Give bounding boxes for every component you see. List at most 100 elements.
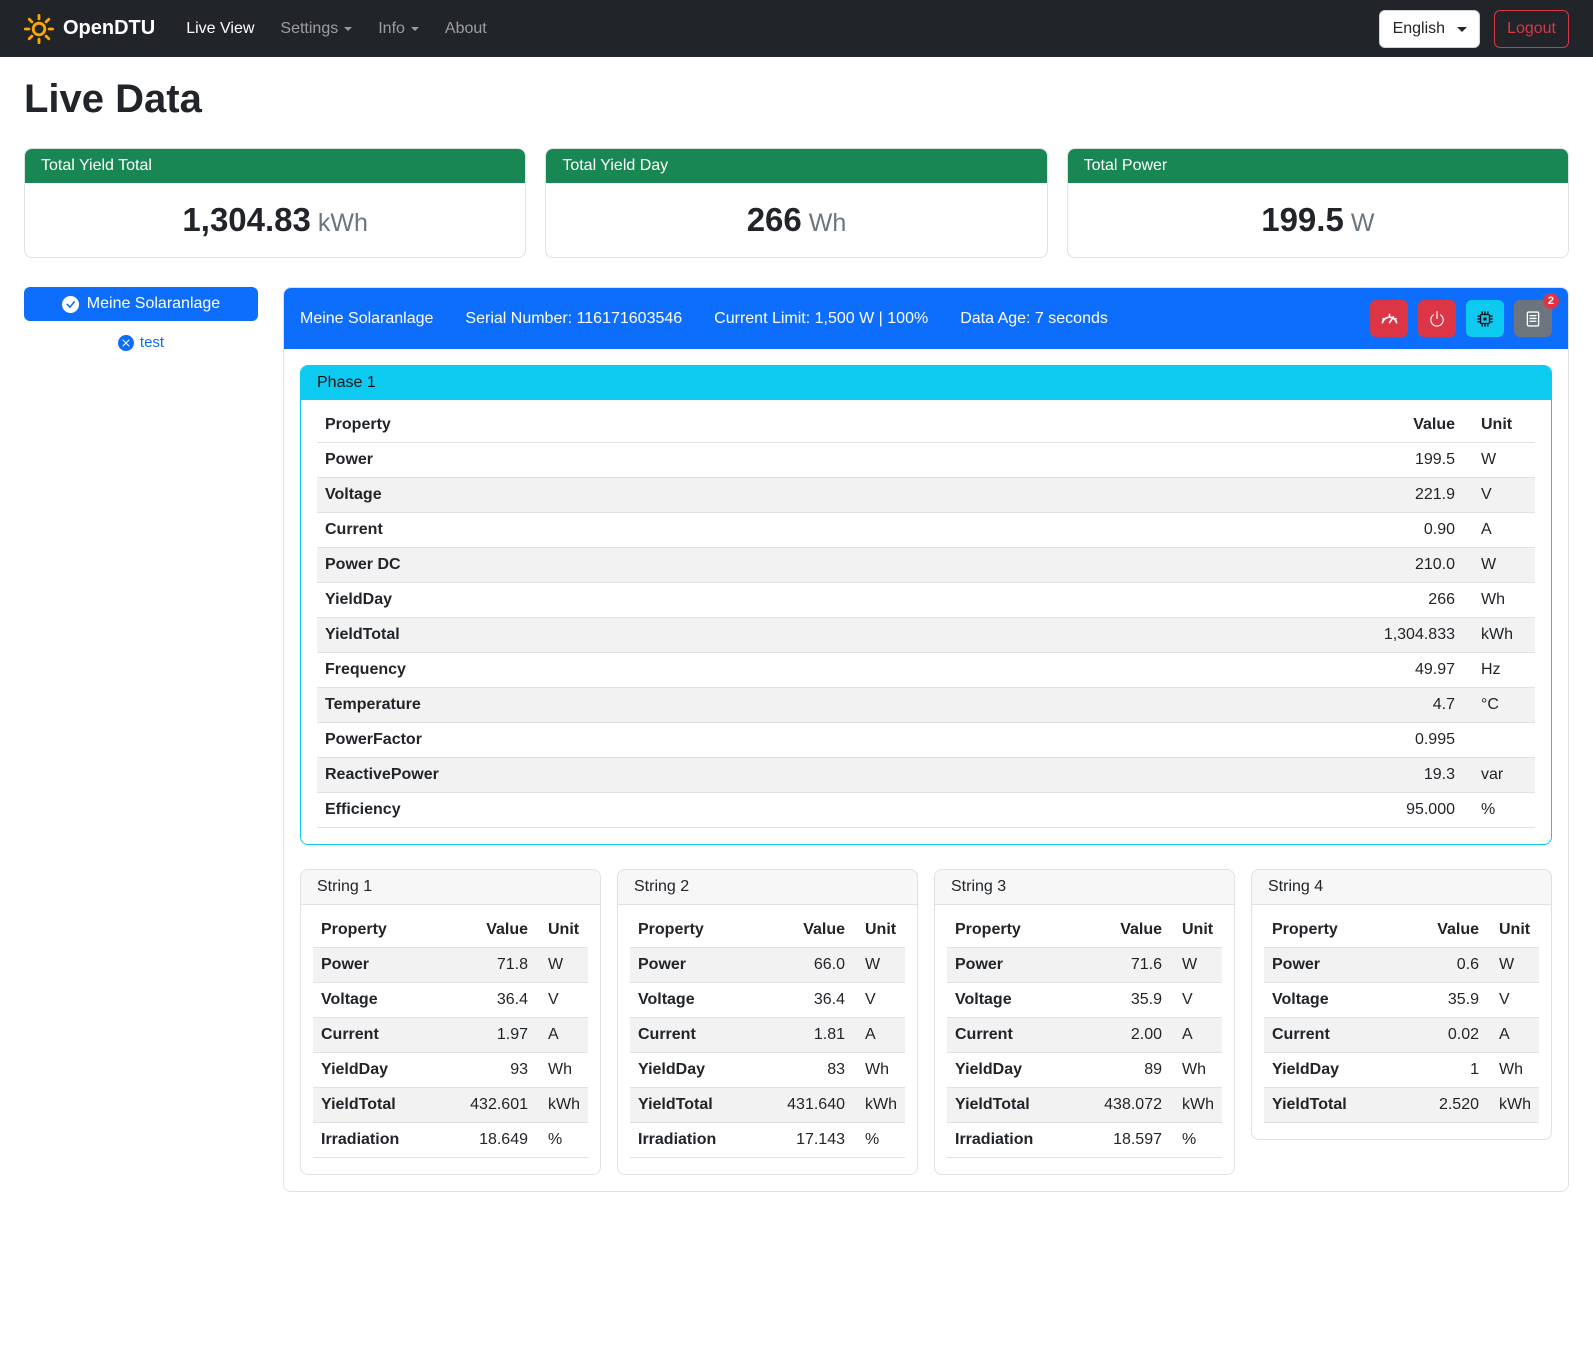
- unit-cell: A: [853, 1018, 905, 1053]
- unit-cell: A: [1463, 513, 1535, 548]
- x-circle-icon: [118, 335, 134, 351]
- column-header-unit: Unit: [1463, 408, 1535, 443]
- summary-card-body: 199.5W: [1068, 183, 1568, 257]
- string-card-2: String 2 Property Value Unit: [617, 869, 918, 1175]
- value-cell: 1,304.833: [1333, 618, 1463, 653]
- inverter-panel: Meine Solaranlage Serial Number: 1161716…: [283, 287, 1569, 1192]
- string-card-3: String 3 Property Value Unit: [934, 869, 1235, 1175]
- nav-link-settings[interactable]: Settings: [267, 12, 365, 46]
- language-select[interactable]: English: [1379, 10, 1480, 48]
- property-cell: YieldTotal: [947, 1088, 1090, 1123]
- unit-cell: °C: [1463, 688, 1535, 723]
- value-cell: 1.81: [773, 1018, 853, 1053]
- sun-logo-icon: [24, 14, 54, 44]
- column-header-property: Property: [947, 913, 1090, 948]
- brand-link[interactable]: OpenDTU: [24, 14, 155, 44]
- unit-cell: %: [1170, 1123, 1222, 1158]
- column-header-value: Value: [456, 913, 536, 948]
- inverter-name: Meine Solaranlage: [300, 310, 433, 328]
- value-cell: 19.3: [1333, 758, 1463, 793]
- nav-link-about[interactable]: About: [432, 12, 500, 46]
- value-cell: 0.02: [1407, 1018, 1487, 1053]
- property-cell: Irradiation: [313, 1123, 456, 1158]
- property-cell: Current: [1264, 1018, 1407, 1053]
- table-row: YieldTotal 438.072 kWh: [947, 1088, 1222, 1123]
- unit-cell: kWh: [1463, 618, 1535, 653]
- property-cell: YieldDay: [1264, 1053, 1407, 1088]
- property-cell: Irradiation: [630, 1123, 773, 1158]
- inverter-serial: Serial Number: 116171603546: [465, 310, 682, 328]
- table-row: YieldTotal 2.520 kWh: [1264, 1088, 1539, 1123]
- table-row: Current 0.90 A: [317, 513, 1535, 548]
- value-cell: 221.9: [1333, 478, 1463, 513]
- value-cell: 71.8: [456, 948, 536, 983]
- unit-cell: Wh: [536, 1053, 588, 1088]
- unit-cell: Wh: [1463, 583, 1535, 618]
- value-cell: 2.520: [1407, 1088, 1487, 1123]
- property-cell: Power: [317, 443, 1333, 478]
- unit-cell: W: [1170, 948, 1222, 983]
- table-row: Power DC 210.0 W: [317, 548, 1535, 583]
- table-header-row: Property Value Unit: [1264, 913, 1539, 948]
- summary-card-value: 266: [747, 201, 802, 238]
- property-cell: YieldTotal: [313, 1088, 456, 1123]
- unit-cell: Hz: [1463, 653, 1535, 688]
- property-cell: Voltage: [317, 478, 1333, 513]
- property-cell: YieldTotal: [630, 1088, 773, 1123]
- value-cell: 35.9: [1090, 983, 1170, 1018]
- column-header-unit: Unit: [1170, 913, 1222, 948]
- property-cell: Temperature: [317, 688, 1333, 723]
- inverter-sidebar: Meine Solaranlage test: [24, 287, 258, 351]
- table-row: Power 199.5 W: [317, 443, 1535, 478]
- value-cell: 210.0: [1333, 548, 1463, 583]
- nav-link-live-view[interactable]: Live View: [173, 12, 267, 46]
- navbar: OpenDTU Live View Settings Info About En…: [0, 0, 1593, 57]
- unit-cell: Wh: [853, 1053, 905, 1088]
- property-cell: Frequency: [317, 653, 1333, 688]
- string-card-title: String 4: [1252, 870, 1551, 905]
- table-row: Voltage 35.9 V: [1264, 983, 1539, 1018]
- cpu-icon: [1476, 310, 1494, 328]
- unit-cell: kWh: [853, 1088, 905, 1123]
- limit-settings-button[interactable]: [1370, 300, 1408, 337]
- property-cell: Voltage: [947, 983, 1090, 1018]
- column-header-property: Property: [313, 913, 456, 948]
- value-cell: 432.601: [456, 1088, 536, 1123]
- string-table-2: Property Value Unit Power: [630, 913, 905, 1158]
- table-row: YieldTotal 431.640 kWh: [630, 1088, 905, 1123]
- value-cell: 1.97: [456, 1018, 536, 1053]
- property-cell: YieldDay: [630, 1053, 773, 1088]
- logout-button[interactable]: Logout: [1494, 10, 1569, 48]
- phase-title: Phase 1: [317, 374, 376, 391]
- event-log-button[interactable]: 2: [1514, 300, 1552, 337]
- table-row: Power 71.6 W: [947, 948, 1222, 983]
- unit-cell: W: [536, 948, 588, 983]
- chevron-down-icon: [1457, 27, 1467, 32]
- unit-cell: %: [1463, 793, 1535, 828]
- column-header-unit: Unit: [853, 913, 905, 948]
- table-row: Temperature 4.7 °C: [317, 688, 1535, 723]
- property-cell: PowerFactor: [317, 723, 1333, 758]
- summary-card-body: 1,304.83kWh: [25, 183, 525, 257]
- power-toggle-button[interactable]: [1418, 300, 1456, 337]
- value-cell: 89: [1090, 1053, 1170, 1088]
- value-cell: 2.00: [1090, 1018, 1170, 1053]
- nav-link-info[interactable]: Info: [365, 12, 432, 46]
- property-cell: Voltage: [1264, 983, 1407, 1018]
- inverter-select-button[interactable]: Meine Solaranlage: [24, 287, 258, 321]
- navbar-right: English Logout: [1379, 10, 1569, 48]
- table-row: Voltage 36.4 V: [313, 983, 588, 1018]
- string-table-4: Property Value Unit Power: [1264, 913, 1539, 1123]
- value-cell: 0.90: [1333, 513, 1463, 548]
- column-header-property: Property: [630, 913, 773, 948]
- value-cell: 66.0: [773, 948, 853, 983]
- inverter-info-button[interactable]: [1466, 300, 1504, 337]
- string-card-title: String 2: [618, 870, 917, 905]
- property-cell: Power: [630, 948, 773, 983]
- table-row: Current 0.02 A: [1264, 1018, 1539, 1053]
- unit-cell: V: [853, 983, 905, 1018]
- column-header-property: Property: [317, 408, 1333, 443]
- value-cell: 1: [1407, 1053, 1487, 1088]
- inverter-item-test[interactable]: test: [24, 334, 258, 351]
- property-cell: YieldDay: [313, 1053, 456, 1088]
